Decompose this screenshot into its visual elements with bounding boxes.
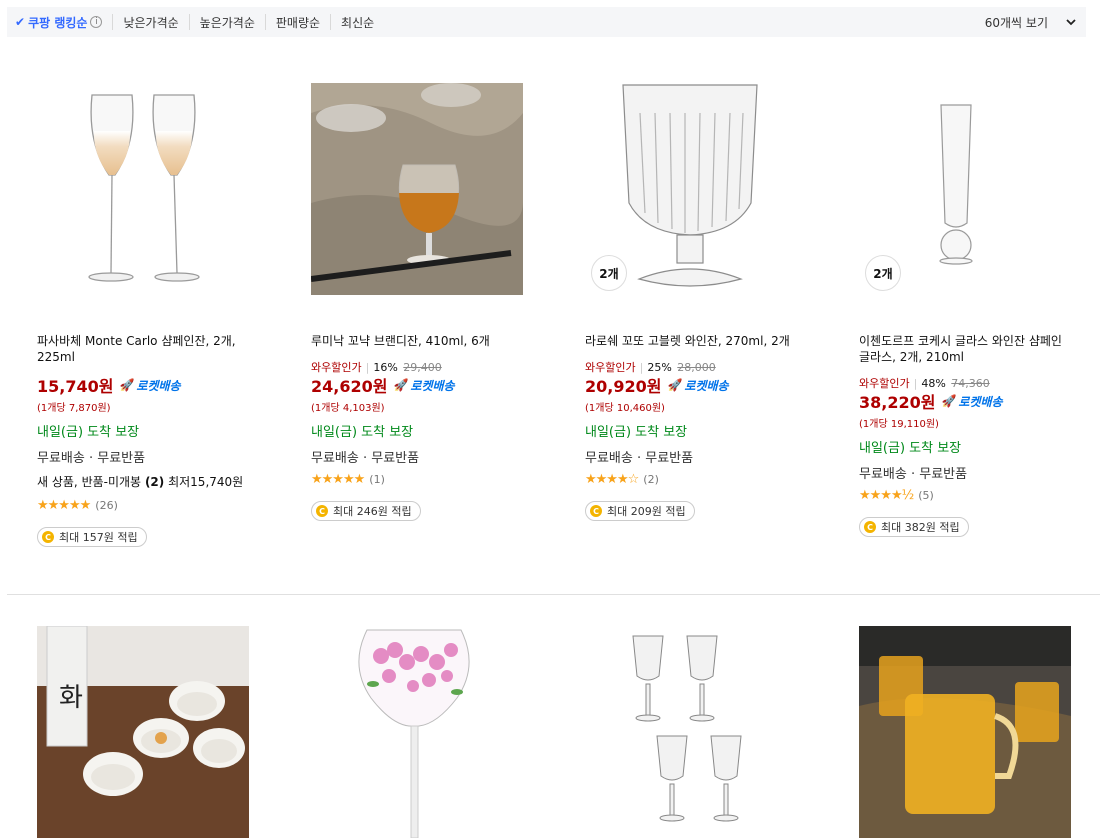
reward-points: 최대 209원 적립 — [607, 505, 686, 518]
reward-points-badge: C 최대 157원 적립 — [37, 527, 147, 547]
product-image[interactable] — [859, 626, 1071, 838]
reward-points-badge: C 최대 246원 적립 — [311, 501, 421, 521]
product-name[interactable]: 이첸도르프 코케시 글라스 와인잔 샴페인 글라스, 2개, 210ml — [859, 333, 1073, 365]
product-image[interactable] — [311, 83, 523, 295]
rocket-label: 로켓배송 — [684, 378, 729, 393]
unit-price: (1개당 10,460원) — [585, 403, 665, 414]
sort-label: 최신순 — [341, 15, 375, 30]
product-image[interactable] — [37, 83, 249, 295]
rocket-label: 로켓배송 — [136, 378, 181, 393]
row-divider — [7, 594, 1100, 595]
star-rating: ★★★★★ — [311, 472, 365, 487]
unit-price: (1개당 4,103원) — [311, 403, 385, 414]
used-count: (2) — [144, 475, 165, 489]
product-image[interactable] — [311, 626, 523, 838]
rocket-label: 로켓배송 — [410, 378, 455, 393]
sort-coupang-ranking[interactable]: ✔ 쿠팡 랭킹순 i — [7, 14, 112, 30]
rating: ★★★★½ (5) — [859, 488, 934, 503]
unit-price: (1개당 19,110원) — [859, 419, 939, 430]
free-shipping: 무료배송 · 무료반품 — [37, 451, 146, 466]
product-image[interactable]: 화 — [37, 626, 249, 838]
rocket-icon: 🚀 — [667, 378, 683, 392]
quantity-badge: 2개 — [865, 255, 901, 291]
coin-icon: C — [316, 505, 328, 517]
unit-price: (1개당 7,870원) — [37, 403, 111, 414]
arrival-guarantee: 내일(금) 도착 보장 — [37, 425, 140, 440]
price-row: 24,620원 🚀 로켓배송 — [311, 373, 455, 397]
sale-price: 24,620원 — [311, 377, 388, 396]
reward-points-badge: C 최대 209원 적립 — [585, 501, 695, 521]
reward-points-badge: C 최대 382원 적립 — [859, 517, 969, 537]
info-icon[interactable]: i — [90, 16, 103, 28]
product-image[interactable]: 2개 — [859, 83, 1071, 295]
sort-label: 높은가격순 — [199, 15, 255, 30]
review-count: (2) — [643, 473, 659, 486]
used-offers-link[interactable]: 새 상품, 반품-미개봉 (2) 최저15,740원 — [37, 473, 243, 490]
product-image[interactable] — [585, 626, 797, 838]
sort-label: 낮은가격순 — [123, 15, 179, 30]
sale-price: 15,740원 — [37, 377, 114, 396]
svg-text:화: 화 — [59, 683, 83, 713]
quantity-badge: 2개 — [591, 255, 627, 291]
sort-sales[interactable]: 판매량순 — [264, 14, 330, 30]
coin-icon: C — [590, 505, 602, 517]
review-count: (5) — [918, 489, 934, 502]
arrival-guarantee: 내일(금) 도착 보장 — [311, 425, 414, 440]
arrival-guarantee: 내일(금) 도착 보장 — [859, 441, 962, 456]
price-row: 38,220원 🚀 로켓배송 — [859, 389, 1003, 413]
reward-points: 최대 246원 적립 — [333, 505, 412, 518]
sort-label: 쿠팡 랭킹순 — [28, 15, 88, 30]
sale-price: 20,920원 — [585, 377, 662, 396]
rating: ★★★★★ (26) — [37, 498, 118, 513]
chevron-down-icon — [1066, 16, 1076, 29]
product-name[interactable]: 파사바체 Monte Carlo 샴페인잔, 2개, 225ml — [37, 333, 251, 365]
reward-points: 최대 157원 적립 — [59, 531, 138, 544]
price-row: 20,920원 🚀 로켓배송 — [585, 373, 729, 397]
rocket-delivery-badge: 🚀 로켓배송 — [667, 377, 728, 394]
free-shipping: 무료배송 · 무료반품 — [585, 451, 694, 466]
view-count-label: 60개씩 보기 — [984, 15, 1048, 30]
free-shipping: 무료배송 · 무료반품 — [859, 467, 968, 482]
star-rating: ★★★★☆ — [585, 472, 639, 487]
view-count-select[interactable]: 60개씩 보기 — [985, 7, 1076, 37]
reward-points: 최대 382원 적립 — [881, 521, 960, 534]
product-image[interactable]: 2개 — [585, 83, 797, 295]
coin-icon: C — [864, 521, 876, 533]
review-count: (26) — [95, 499, 118, 512]
rating: ★★★★★ (1) — [311, 472, 385, 487]
sort-label: 판매량순 — [275, 15, 321, 30]
coin-icon: C — [42, 531, 54, 543]
sort-high-price[interactable]: 높은가격순 — [188, 14, 265, 30]
used-min-price: 최저15,740원 — [168, 475, 244, 489]
arrival-guarantee: 내일(금) 도착 보장 — [585, 425, 688, 440]
rating: ★★★★☆ (2) — [585, 472, 659, 487]
rocket-delivery-badge: 🚀 로켓배송 — [941, 393, 1002, 410]
sort-bar: ✔ 쿠팡 랭킹순 i 낮은가격순 높은가격순 판매량순 최신순 60개씩 보기 — [7, 7, 1086, 37]
sort-low-price[interactable]: 낮은가격순 — [112, 14, 188, 30]
rocket-label: 로켓배송 — [958, 394, 1003, 409]
used-label: 새 상품, 반품-미개봉 — [37, 475, 142, 489]
product-name[interactable]: 라로쉐 꼬또 고블렛 와인잔, 270ml, 2개 — [585, 333, 799, 349]
product-name[interactable]: 루미낙 꼬냑 브랜디잔, 410ml, 6개 — [311, 333, 525, 349]
review-count: (1) — [369, 473, 385, 486]
rocket-icon: 🚀 — [941, 394, 957, 408]
rocket-delivery-badge: 🚀 로켓배송 — [119, 377, 180, 394]
rocket-icon: 🚀 — [119, 378, 135, 392]
star-rating: ★★★★★ — [37, 498, 91, 513]
rocket-icon: 🚀 — [393, 378, 409, 392]
star-rating: ★★★★½ — [859, 488, 914, 503]
free-shipping: 무료배송 · 무료반품 — [311, 451, 420, 466]
check-icon: ✔ — [15, 15, 26, 29]
rocket-delivery-badge: 🚀 로켓배송 — [393, 377, 454, 394]
sale-price: 38,220원 — [859, 393, 936, 412]
price-row: 15,740원 🚀 로켓배송 — [37, 373, 181, 397]
sort-newest[interactable]: 최신순 — [330, 14, 384, 30]
